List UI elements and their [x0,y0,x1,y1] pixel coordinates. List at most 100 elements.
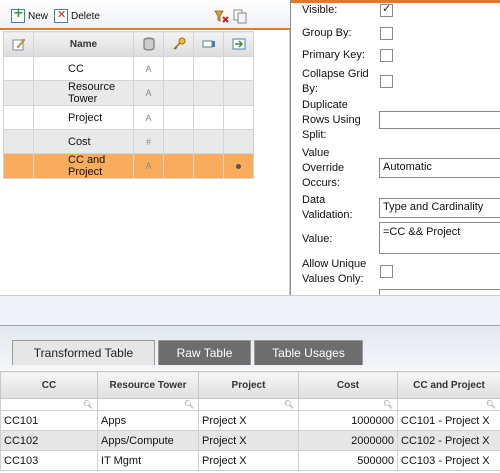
split-cell[interactable] [223,105,254,130]
tab-raw-table[interactable]: Raw Table [158,340,251,365]
cell[interactable]: CC102 [0,430,98,451]
value-formula-field[interactable]: =CC && Project [379,222,500,254]
new-icon [11,6,25,23]
delete-button[interactable]: Delete [54,8,100,24]
clear-filter-icon[interactable] [213,8,229,24]
key-icon [172,37,185,50]
column-name-cell[interactable]: Cost [33,129,134,154]
split-cell[interactable] [223,80,254,106]
cell[interactable]: Apps [97,410,199,431]
group-by-label: Group By: [302,27,352,39]
key-cell[interactable] [163,129,194,154]
column-header[interactable]: Project [198,371,299,399]
split-column-header[interactable] [223,31,254,57]
column-header[interactable]: CC [0,371,98,399]
column-name-cell[interactable]: Project [33,105,134,130]
cell[interactable]: CC103 - Project X [397,450,500,471]
cell[interactable]: 500000 [298,450,398,471]
delete-button-label: Delete [71,10,100,22]
cell[interactable]: IT Mgmt [97,450,199,471]
name-column-header[interactable]: Name [33,31,134,57]
split-cell[interactable] [223,153,254,179]
cell[interactable]: CC101 - Project X [397,410,500,431]
grid-row[interactable]: Cost # [3,129,254,154]
data-validation-select[interactable]: Type and Cardinality [379,198,500,218]
display-cell[interactable] [193,80,224,106]
value-override-select[interactable]: Automatic [379,158,500,178]
type-cell: A [133,153,164,179]
column-header[interactable]: Resource Tower [97,371,199,399]
collapse-grid-checkbox[interactable] [380,75,393,88]
display-column-header[interactable] [193,31,224,57]
filter-cell[interactable]: 🔍︎ [397,398,500,411]
cell[interactable]: 1000000 [298,410,398,431]
cell[interactable]: 2000000 [298,430,398,451]
filter-cell[interactable]: 🔍︎ [298,398,398,411]
tab-table-usages[interactable]: Table Usages [254,340,363,365]
columns-pane: New Delete [0,0,290,295]
key-cell[interactable] [163,80,194,106]
grid-row[interactable]: Resource Tower A [3,80,254,106]
new-button-label: New [28,10,49,22]
cell[interactable]: CC103 [0,450,98,471]
edit-cell[interactable] [3,129,34,154]
filter-cell[interactable]: 🔍︎ [97,398,199,411]
cell[interactable]: CC101 [0,410,98,431]
new-button[interactable]: New [11,6,49,24]
filter-cell[interactable]: 🔍︎ [198,398,299,411]
magnifier-icon[interactable]: 🔍︎ [486,400,496,409]
pane-splitter[interactable] [0,295,500,325]
key-cell[interactable] [163,105,194,130]
copy-icon[interactable] [232,8,248,24]
unique-values-checkbox[interactable] [380,265,393,278]
table-row[interactable]: CC103 IT Mgmt Project X 500000 CC103 - P… [0,450,500,471]
magnifier-icon[interactable]: 🔍︎ [284,400,294,409]
split-cell[interactable] [223,129,254,154]
key-cell[interactable] [163,153,194,179]
display-cell[interactable] [193,56,224,81]
edit-cell[interactable] [3,105,34,130]
type-cell: A [133,80,164,106]
cell[interactable]: CC102 - Project X [397,430,500,451]
cell[interactable]: Project X [198,410,299,431]
cell[interactable]: Project X [198,430,299,451]
column-name-cell[interactable]: CC [33,56,134,81]
cell[interactable]: Apps/Compute [97,430,199,451]
primary-key-checkbox[interactable] [380,49,393,62]
key-cell[interactable] [163,56,194,81]
filter-cell[interactable]: 🔍︎ [0,398,98,411]
edit-cell[interactable] [3,153,34,179]
cell[interactable]: Project X [198,450,299,471]
table-row[interactable]: CC102 Apps/Compute Project X 2000000 CC1… [0,430,500,451]
split-cell[interactable] [223,56,254,81]
grid-row-selected[interactable]: CC and Project A [3,153,254,179]
column-name-cell[interactable]: Resource Tower [33,80,134,106]
filter-row: 🔍︎ 🔍︎ 🔍︎ 🔍︎ 🔍︎ [0,398,500,411]
split-indicator-icon [236,164,241,169]
magnifier-icon[interactable]: 🔍︎ [184,400,194,409]
type-cell: # [133,129,164,154]
display-cell[interactable] [193,129,224,154]
display-cell[interactable] [193,153,224,179]
duplicate-rows-field[interactable] [379,111,500,129]
column-header[interactable]: Cost [298,371,398,399]
visible-checkbox[interactable] [380,2,393,17]
edit-cell[interactable] [3,56,34,81]
table-header-row: CC Resource Tower Project Cost CC and Pr… [0,371,500,399]
edit-icon [12,38,25,51]
grid-row[interactable]: Project A [3,105,254,130]
edit-cell[interactable] [3,80,34,106]
column-name-cell[interactable]: CC and Project [33,153,134,179]
grid-row[interactable]: CC A [3,56,254,81]
edit-column-header[interactable] [3,31,34,57]
display-cell[interactable] [193,105,224,130]
key-column-header[interactable] [163,31,194,57]
type-column-header[interactable] [133,31,164,57]
tab-transformed-table[interactable]: Transformed Table [12,340,155,365]
magnifier-icon[interactable]: 🔍︎ [83,400,93,409]
column-header[interactable]: CC and Project [397,371,500,399]
magnifier-icon[interactable]: 🔍︎ [383,400,393,409]
group-by-checkbox[interactable] [380,27,393,40]
unique-values-label: Allow Unique Values Only: [302,258,367,285]
table-row[interactable]: CC101 Apps Project X 1000000 CC101 - Pro… [0,410,500,431]
